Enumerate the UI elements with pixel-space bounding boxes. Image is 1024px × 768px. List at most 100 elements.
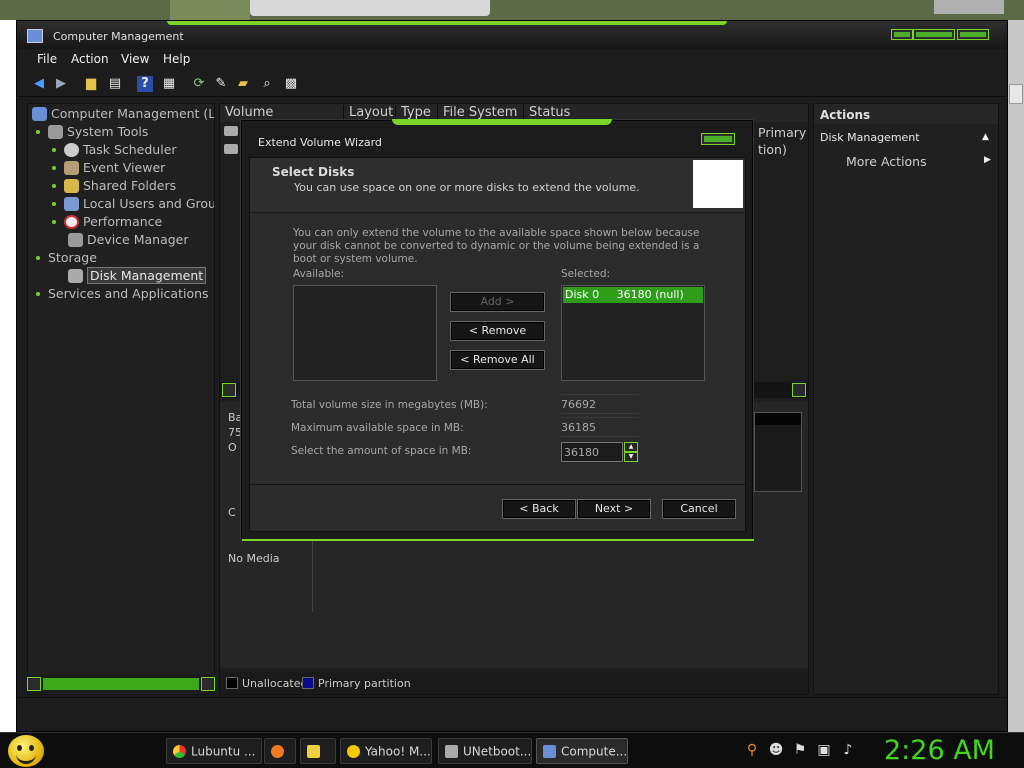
spin-down-icon[interactable]: ▼ xyxy=(624,452,638,462)
export-icon[interactable]: ✎ xyxy=(213,76,229,92)
tree-item-device-manager[interactable]: Device Manager xyxy=(68,231,189,249)
task-firefox[interactable] xyxy=(264,738,296,764)
list-icon[interactable]: ▦ xyxy=(161,76,177,92)
next-button[interactable]: Next > xyxy=(577,499,651,519)
selected-disks-list[interactable]: Disk 0 36180 (null) xyxy=(561,285,705,381)
scroll-left-button[interactable] xyxy=(27,677,41,691)
actions-section-disk-management[interactable]: Disk Management xyxy=(820,131,920,144)
chrome-icon xyxy=(173,745,186,758)
help-icon[interactable]: ? xyxy=(137,76,153,92)
dialog-close-button[interactable] xyxy=(701,133,735,145)
cancel-button[interactable]: Cancel xyxy=(662,499,736,519)
expand-bullet-icon[interactable] xyxy=(52,147,56,152)
extend-volume-wizard: Extend Volume Wizard Select Disks You ca… xyxy=(241,119,754,541)
legend-primary-partition: Primary partition xyxy=(318,677,411,690)
menu-action[interactable]: Action xyxy=(71,52,109,66)
more-actions-item[interactable]: More Actions xyxy=(846,154,927,169)
browser-window-controls[interactable] xyxy=(934,0,1004,14)
amount-input[interactable] xyxy=(561,442,623,462)
expand-bullet-icon[interactable] xyxy=(52,201,56,206)
footer-divider xyxy=(250,484,745,485)
open-folder-icon[interactable]: ▰ xyxy=(235,76,251,92)
properties-icon[interactable]: ▤ xyxy=(107,76,123,92)
title-bar: Computer Management xyxy=(17,21,1007,49)
tree-item-storage[interactable]: Storage xyxy=(36,249,97,267)
tree-item-computer-management[interactable]: Computer Management (Loc xyxy=(32,105,214,123)
max-space-value: 36185 xyxy=(561,417,639,437)
spin-up-icon[interactable]: ▲ xyxy=(624,442,638,452)
available-disks-list[interactable] xyxy=(293,285,437,381)
expand-bullet-icon[interactable] xyxy=(36,255,40,260)
back-arrow-icon[interactable]: ◀ xyxy=(31,76,47,92)
menu-file[interactable]: File xyxy=(37,52,57,66)
tree-item-shared-folders[interactable]: Shared Folders xyxy=(52,177,176,195)
collapse-up-icon[interactable]: ▲ xyxy=(982,132,989,142)
search-icon[interactable]: ⌕ xyxy=(259,76,275,92)
folder-icon[interactable]: ▆ xyxy=(83,76,99,92)
actions-header: Actions xyxy=(814,104,998,124)
unallocated-swatch xyxy=(226,677,238,689)
forward-arrow-icon[interactable]: ▶ xyxy=(53,76,69,92)
volume-icon[interactable]: ♪ xyxy=(840,742,856,758)
expand-bullet-icon[interactable] xyxy=(36,129,40,134)
scroll-right-button[interactable] xyxy=(792,383,806,397)
menu-view[interactable]: View xyxy=(121,52,149,66)
cd-rom-label[interactable]: C xyxy=(228,506,236,519)
volume-drive-icon[interactable] xyxy=(224,144,238,154)
taskbar: Lubuntu ... Yahoo! M... UNetboot... Comp… xyxy=(0,732,1024,768)
add-button[interactable]: Add > xyxy=(450,292,545,312)
tree-item-performance[interactable]: Performance xyxy=(52,213,162,231)
task-unetbootin[interactable]: UNetboot... xyxy=(438,738,532,764)
total-size-label: Total volume size in megabytes (MB): xyxy=(291,399,488,411)
remove-all-button[interactable]: < Remove All xyxy=(450,350,545,370)
task-folder[interactable] xyxy=(300,738,336,764)
close-button[interactable] xyxy=(957,29,989,40)
back-button[interactable]: < Back xyxy=(502,499,576,519)
system-clock[interactable]: 2:26 AM xyxy=(884,735,995,766)
expand-bullet-icon[interactable] xyxy=(52,165,56,170)
vertical-scrollbar[interactable] xyxy=(1008,20,1024,732)
selected-disk-item[interactable]: Disk 0 36180 (null) xyxy=(563,287,703,303)
expand-bullet-icon[interactable] xyxy=(52,183,56,188)
tree-item-event-viewer[interactable]: Event Viewer xyxy=(52,159,165,177)
task-yahoo[interactable]: Yahoo! M... xyxy=(340,738,432,764)
computer-management-icon xyxy=(27,29,43,43)
flag-icon[interactable]: ⚑ xyxy=(792,742,808,758)
grid-icon[interactable]: ▩ xyxy=(283,76,299,92)
browser-top-strip xyxy=(0,0,1024,20)
amount-label: Select the amount of space in MB: xyxy=(291,445,472,457)
maximize-button[interactable] xyxy=(913,29,955,40)
tree-horizontal-scrollbar[interactable] xyxy=(27,675,215,693)
refresh-icon[interactable]: ⟳ xyxy=(191,76,207,92)
remove-button[interactable]: < Remove xyxy=(450,321,545,341)
submenu-arrow-icon[interactable]: ▶ xyxy=(984,155,991,165)
tree-item-system-tools[interactable]: System Tools xyxy=(36,123,148,141)
volume-drive-icon[interactable] xyxy=(224,126,238,136)
start-menu-smiley-icon[interactable] xyxy=(8,735,44,767)
menu-help[interactable]: Help xyxy=(163,52,190,66)
task-lubuntu[interactable]: Lubuntu ... xyxy=(166,738,262,764)
scrollbar-track[interactable] xyxy=(43,678,199,690)
network-icon[interactable]: ▣ xyxy=(816,742,832,758)
tree-item-disk-management[interactable]: Disk Management xyxy=(68,267,207,285)
tree-item-task-scheduler[interactable]: Task Scheduler xyxy=(52,141,177,159)
task-computer-management[interactable]: Compute... xyxy=(536,738,628,764)
scroll-right-button[interactable] xyxy=(201,677,215,691)
scrollbar-thumb[interactable] xyxy=(1009,84,1023,104)
scroll-left-button[interactable] xyxy=(222,383,236,397)
tree-item-local-users[interactable]: Local Users and Grou xyxy=(52,195,214,213)
search-icon[interactable]: ⚲ xyxy=(744,742,760,758)
disk-icon xyxy=(68,268,83,283)
minimize-button[interactable] xyxy=(891,29,913,40)
tree-item-services[interactable]: Services and Applications xyxy=(36,285,209,303)
disk-0-partition-map[interactable] xyxy=(754,412,802,492)
browser-tab-partial[interactable] xyxy=(250,0,490,16)
browser-tab-partial[interactable] xyxy=(170,0,250,20)
wizard-header: Select Disks You can use space on one or… xyxy=(250,158,745,213)
legend: Unallocated Primary partition xyxy=(220,672,808,694)
no-media-label: No Media xyxy=(228,552,280,565)
event-log-icon xyxy=(64,160,79,175)
messenger-icon[interactable]: ☻ xyxy=(768,742,784,758)
expand-bullet-icon[interactable] xyxy=(36,291,40,296)
expand-bullet-icon[interactable] xyxy=(52,219,56,224)
